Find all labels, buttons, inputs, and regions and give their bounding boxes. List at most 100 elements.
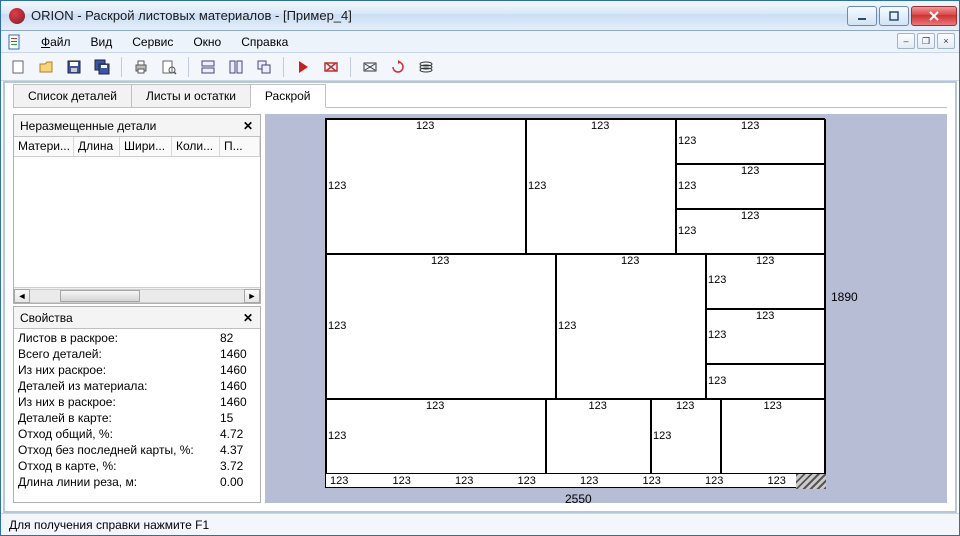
piece-label-top: 123 xyxy=(589,400,607,412)
prop-label: Длина линии реза, м: xyxy=(18,475,212,489)
mdi-controls: – ❐ × xyxy=(897,33,955,49)
cut-piece xyxy=(556,254,706,399)
open-icon[interactable] xyxy=(35,56,57,78)
tile-v-icon[interactable] xyxy=(225,56,247,78)
scroll-right-icon[interactable]: ► xyxy=(244,289,260,303)
window-title: ORION - Раскрой листовых материалов - [П… xyxy=(31,8,352,23)
prop-value: 1460 xyxy=(220,347,256,361)
grid-h-scroll[interactable]: ◄ ► xyxy=(14,287,260,303)
prop-label: Отход общий, %: xyxy=(18,427,212,441)
col-length[interactable]: Длина xyxy=(74,137,120,156)
cut-piece xyxy=(526,119,676,254)
menu-service[interactable]: Сервис xyxy=(124,33,181,51)
col-last[interactable]: П... xyxy=(220,137,260,156)
piece-label-left: 123 xyxy=(708,329,726,341)
prop-value: 1460 xyxy=(220,379,256,393)
prop-value: 4.72 xyxy=(220,427,256,441)
piece-label-left: 123 xyxy=(708,375,726,387)
col-material[interactable]: Матери... xyxy=(14,137,74,156)
menu-file[interactable]: Файл xyxy=(33,33,79,51)
properties-body: Листов в раскрое:82Всего деталей:1460Из … xyxy=(14,329,260,491)
scroll-left-icon[interactable]: ◄ xyxy=(14,289,30,303)
menu-bar: Файл Вид Сервис Окно Справка – ❐ × xyxy=(1,31,959,53)
tab-sheets-remnants[interactable]: Листы и остатки xyxy=(131,84,251,107)
piece-label-top: 123 xyxy=(676,400,694,412)
piece-label-top: 123 xyxy=(426,400,444,412)
bottom-tick-label: 123 xyxy=(768,475,786,487)
piece-label-top: 123 xyxy=(756,255,774,267)
panel-unplaced: Неразмещенные детали ✕ Матери... Длина Ш… xyxy=(13,114,261,304)
rect-x-icon[interactable] xyxy=(359,56,381,78)
maximize-button[interactable] xyxy=(879,6,909,26)
panel-properties-close-icon[interactable]: ✕ xyxy=(240,311,256,325)
prop-label: Деталей в карте: xyxy=(18,411,212,425)
panel-properties-title: Свойства xyxy=(20,311,73,325)
preview-icon[interactable] xyxy=(158,56,180,78)
prop-value: 0.00 xyxy=(220,475,256,489)
run-icon[interactable] xyxy=(292,56,314,78)
piece-label-left: 123 xyxy=(328,180,346,192)
sheet-width-label: 2550 xyxy=(565,492,592,503)
minimize-button[interactable] xyxy=(847,6,877,26)
mdi-minimize-button[interactable]: – xyxy=(897,33,915,49)
col-width[interactable]: Шири... xyxy=(120,137,172,156)
piece-label-top: 123 xyxy=(764,400,782,412)
piece-label-left: 123 xyxy=(678,225,696,237)
doc-icon xyxy=(7,34,23,50)
piece-label-left: 123 xyxy=(678,135,696,147)
piece-label-top: 123 xyxy=(431,255,449,267)
title-bar: ORION - Раскрой листовых материалов - [П… xyxy=(1,1,959,31)
bottom-tick-label: 123 xyxy=(330,475,348,487)
new-icon[interactable] xyxy=(7,56,29,78)
piece-label-top: 123 xyxy=(591,120,609,132)
drawing-area[interactable]: 123 123 123 123 123 123 123 123 123 123 123 123 123 1… xyxy=(265,114,947,503)
bottom-tick-label: 123 xyxy=(643,475,661,487)
tab-parts-list[interactable]: Список деталей xyxy=(13,84,132,107)
app-window: ORION - Раскрой листовых материалов - [П… xyxy=(0,0,960,536)
panel-unplaced-title: Неразмещенные детали xyxy=(20,119,156,133)
prop-value: 1460 xyxy=(220,395,256,409)
panel-properties: Свойства ✕ Листов в раскрое:82Всего дета… xyxy=(13,306,261,503)
status-hint: Для получения справки нажмите F1 xyxy=(9,518,209,532)
left-column: Неразмещенные детали ✕ Матери... Длина Ш… xyxy=(13,114,261,503)
menu-help[interactable]: Справка xyxy=(233,33,296,51)
client-area: Список деталей Листы и остатки Раскрой Н… xyxy=(3,81,957,513)
piece-label-left: 123 xyxy=(328,430,346,442)
piece-label-top: 123 xyxy=(621,255,639,267)
bottom-tick-label: 123 xyxy=(580,475,598,487)
tab-cutting[interactable]: Раскрой xyxy=(250,84,326,108)
tile-h-icon[interactable] xyxy=(197,56,219,78)
print-icon[interactable] xyxy=(130,56,152,78)
layers-icon[interactable] xyxy=(415,56,437,78)
menu-view[interactable]: Вид xyxy=(83,33,121,51)
prop-label: Листов в раскрое: xyxy=(18,331,212,345)
scroll-thumb[interactable] xyxy=(60,290,140,302)
close-button[interactable] xyxy=(911,6,957,26)
save-icon[interactable] xyxy=(63,56,85,78)
cascade-icon[interactable] xyxy=(253,56,275,78)
sheet-height-label: 1890 xyxy=(831,290,858,304)
saveall-icon[interactable] xyxy=(91,56,113,78)
mdi-close-button[interactable]: × xyxy=(937,33,955,49)
menu-window[interactable]: Окно xyxy=(185,33,229,51)
piece-label-top: 123 xyxy=(741,120,759,132)
mdi-restore-button[interactable]: ❐ xyxy=(917,33,935,49)
piece-label-top: 123 xyxy=(756,310,774,322)
bottom-tick-label: 123 xyxy=(705,475,723,487)
piece-label-left: 123 xyxy=(558,320,576,332)
bottom-tick-label: 123 xyxy=(393,475,411,487)
piece-label-top: 123 xyxy=(741,165,759,177)
waste-area xyxy=(796,474,826,489)
col-qty[interactable]: Коли... xyxy=(172,137,220,156)
bottom-tick-label: 123 xyxy=(455,475,473,487)
sheet: 123 123 123 123 123 123 123 123 123 123 123 123 123 1… xyxy=(325,118,825,488)
stop-icon[interactable] xyxy=(320,56,342,78)
prop-label: Отход без последней карты, %: xyxy=(18,443,212,457)
piece-label-left: 123 xyxy=(328,320,346,332)
refresh-icon[interactable] xyxy=(387,56,409,78)
panel-unplaced-close-icon[interactable]: ✕ xyxy=(240,119,256,133)
content: Неразмещенные детали ✕ Матери... Длина Ш… xyxy=(5,108,955,511)
panel-unplaced-header: Неразмещенные детали ✕ xyxy=(14,115,260,137)
scroll-track[interactable] xyxy=(30,289,244,303)
panel-properties-header: Свойства ✕ xyxy=(14,307,260,329)
